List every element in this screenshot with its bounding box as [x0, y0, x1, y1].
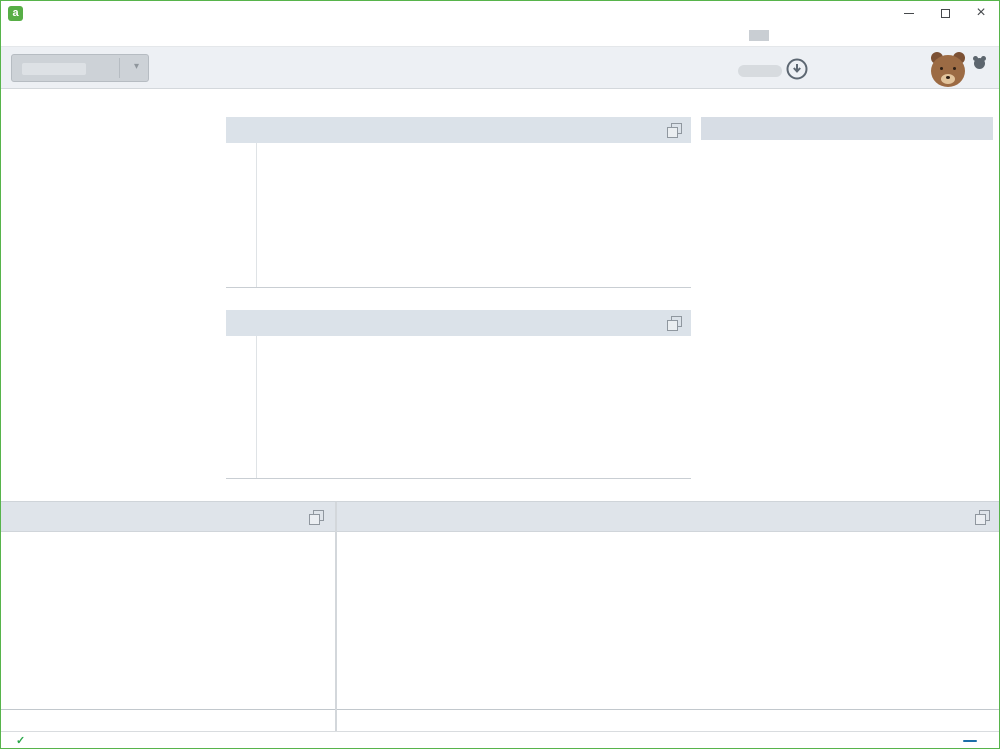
frame-type-sunburst-chart — [736, 269, 956, 489]
close-button[interactable] — [963, 1, 999, 25]
avatar — [930, 52, 966, 88]
chevron-down-icon — [134, 61, 139, 72]
menu-gray-box — [749, 30, 769, 41]
metageek-logo-icon — [974, 58, 985, 69]
frame-table-header — [701, 117, 993, 140]
close-icon — [976, 5, 985, 21]
check-icon — [16, 734, 25, 747]
utilization-header — [226, 310, 691, 336]
band-2-4ghz-panel — [1, 502, 337, 731]
window-controls — [891, 1, 999, 25]
minimize-icon — [904, 13, 914, 14]
user-text — [974, 52, 989, 88]
toolbar — [1, 46, 999, 89]
frame-counts-note — [701, 140, 993, 146]
copy-icon[interactable] — [667, 316, 681, 330]
titlebar — [1, 1, 999, 25]
band-5ghz-plot — [337, 532, 1000, 710]
capture-ghost-label — [22, 63, 86, 75]
app-window — [0, 0, 1000, 749]
signal-strength-panel — [226, 117, 691, 288]
frame-type-panel — [701, 117, 993, 146]
status-right — [963, 740, 991, 742]
download-icon[interactable] — [785, 57, 809, 81]
statusbar — [1, 731, 999, 749]
admin-badge — [963, 740, 977, 742]
main-content — [1, 89, 999, 501]
band-2-4ghz-plot — [1, 532, 335, 710]
copy-icon[interactable] — [667, 123, 681, 137]
divider — [119, 58, 120, 78]
band-5ghz-header — [337, 502, 1000, 532]
band-5ghz-panel — [337, 502, 1000, 731]
utilization-panel — [226, 310, 691, 479]
band-charts — [1, 501, 1000, 731]
user-account[interactable] — [930, 52, 989, 88]
maximize-icon — [941, 9, 950, 18]
copy-icon[interactable] — [975, 510, 989, 524]
app-icon — [8, 6, 23, 21]
device-details-sidebar — [11, 119, 225, 128]
maximize-button[interactable] — [927, 1, 963, 25]
progress-pill — [738, 65, 782, 77]
copy-icon[interactable] — [309, 510, 323, 524]
minimize-button[interactable] — [891, 1, 927, 25]
signal-strength-plot — [226, 143, 691, 288]
utilization-plot — [226, 336, 691, 479]
signal-strength-header — [226, 117, 691, 143]
user-org — [974, 58, 989, 69]
menubar — [1, 25, 999, 46]
capture-control-disabled[interactable] — [11, 54, 149, 82]
band-2-4ghz-header — [1, 502, 335, 532]
